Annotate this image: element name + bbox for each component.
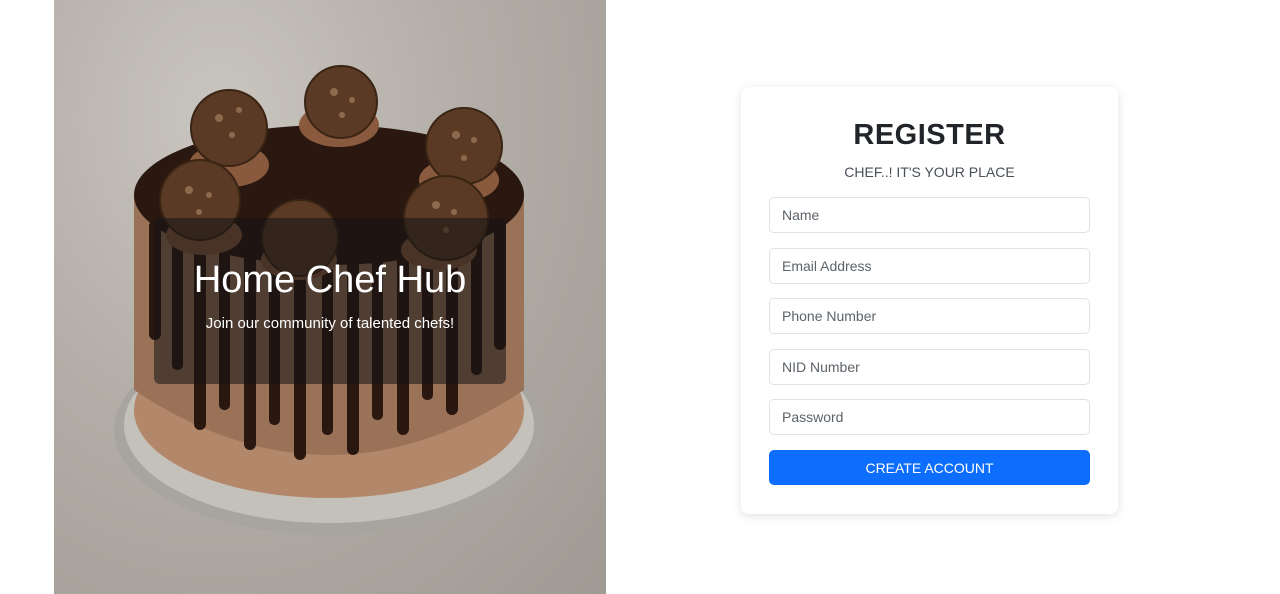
name-input[interactable]	[769, 197, 1090, 233]
register-page: Home Chef Hub Join our community of tale…	[0, 0, 1280, 594]
nid-input[interactable]	[769, 349, 1090, 385]
email-input[interactable]	[769, 248, 1090, 284]
create-account-button[interactable]: CREATE ACCOUNT	[769, 450, 1090, 485]
hero-overlay: Home Chef Hub Join our community of tale…	[154, 218, 506, 384]
register-card: REGISTER CHEF..! IT'S YOUR PLACE CREATE …	[741, 87, 1118, 514]
register-subtitle: CHEF..! IT'S YOUR PLACE	[844, 164, 1015, 180]
register-title: REGISTER	[853, 119, 1006, 151]
hero-panel: Home Chef Hub Join our community of tale…	[54, 0, 606, 594]
phone-input[interactable]	[769, 298, 1090, 334]
hero-subtitle: Join our community of talented chefs!	[205, 315, 455, 332]
password-input[interactable]	[769, 399, 1090, 435]
hero-title: Home Chef Hub	[193, 259, 467, 301]
